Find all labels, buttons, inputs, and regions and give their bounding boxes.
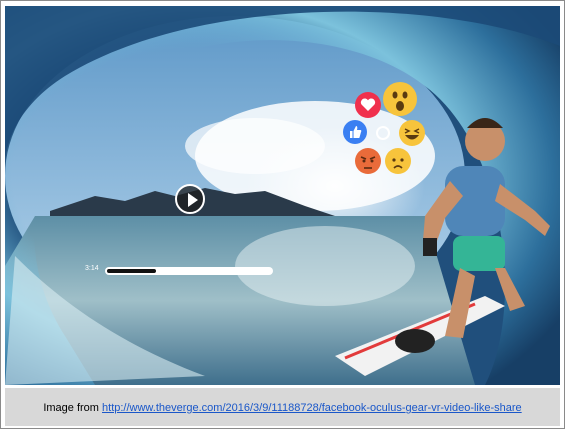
reactions-menu [341,76,431,186]
credit-prefix: Image from [43,402,103,414]
haha-reaction-button[interactable] [399,120,425,146]
sad-face-icon [392,158,404,169]
reaction-cursor [376,126,390,140]
playback-progress[interactable]: 3:14 [85,264,275,278]
wow-reaction-button[interactable] [383,82,417,116]
like-reaction-button[interactable] [343,120,367,144]
love-reaction-button[interactable] [355,92,381,118]
angry-face-icon [360,156,376,169]
caption-bar: Image from http://www.theverge.com/2016/… [5,388,560,426]
wow-face-icon [392,91,408,111]
surfing-360-scene [5,6,560,385]
source-link[interactable]: http://www.theverge.com/2016/3/9/1118872… [102,402,522,414]
laugh-face-icon [404,128,420,140]
heart-icon [360,98,376,111]
vr-video-viewport[interactable]: 3:14 [5,6,560,385]
progress-track[interactable] [105,267,273,275]
image-credit: Image from http://www.theverge.com/2016/… [5,402,560,414]
angry-reaction-button[interactable] [355,148,381,174]
progress-fill [107,269,157,273]
current-time: 3:14 [85,265,99,272]
play-icon [188,193,198,207]
play-button[interactable] [175,184,205,214]
slide-frame: 3:14 Image from http://www.theverge.com/… [0,0,565,429]
sad-reaction-button[interactable] [385,148,411,174]
thumbs-up-icon [350,126,362,138]
